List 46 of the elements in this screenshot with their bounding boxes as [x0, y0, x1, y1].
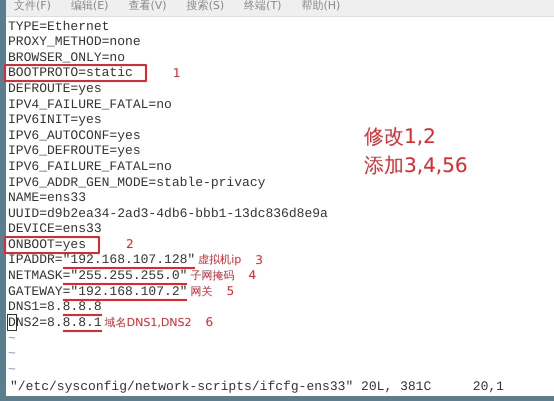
- code-line: IPV6_FAILURE_FATAL=no: [8, 160, 172, 173]
- code-line: DNS1=8.8.8.8: [8, 301, 102, 314]
- code-line: PROXY_METHOD=none: [8, 36, 141, 48]
- menu-item[interactable]: 查看(V): [128, 0, 167, 11]
- code-line: DEVICE=ens33: [8, 223, 102, 236]
- code-line: TYPE=Ethernet: [8, 20, 110, 33]
- annotation-number: 5: [226, 284, 234, 300]
- menu-item[interactable]: 终端(T): [244, 0, 282, 11]
- annotation-label: 虚拟机ip: [198, 254, 242, 266]
- code-line: IPV4_FAILURE_FATAL=no: [8, 98, 172, 111]
- code-line: DEFROUTE=yes: [8, 82, 102, 95]
- menu-item[interactable]: 编辑(E): [70, 0, 108, 11]
- annotation-label: 域名DNS1,DNS2: [104, 316, 192, 329]
- code-line: IPADDR="192.168.107.128": [8, 254, 196, 266]
- annotation-number: 1: [172, 66, 180, 82]
- empty-line-marker: ~: [8, 330, 16, 346]
- underline-mark: [63, 330, 102, 332]
- code-line: DNS2=8.8.8.1: [8, 316, 102, 329]
- code-line: NETMASK="255.255.255.0": [8, 270, 188, 282]
- empty-line-marker: ~: [8, 346, 16, 362]
- annotation-note: 添加3,4,56: [364, 152, 468, 179]
- annotation-label: 网关: [190, 286, 212, 298]
- annotation-label: 子网掩码: [190, 270, 234, 282]
- code-line: BROWSER_ONLY=no: [8, 52, 126, 64]
- code-line: IPV6INIT=yes: [8, 114, 102, 126]
- cursor-position: 20,1: [472, 379, 504, 394]
- code-line: IPV6_AUTOCONF=yes: [8, 130, 141, 142]
- annotation-number: 6: [206, 315, 214, 331]
- empty-line-marker: ~: [8, 362, 16, 377]
- menu-item[interactable]: 搜索(S): [186, 0, 224, 11]
- annotation-number: 2: [126, 237, 134, 253]
- status-message: "/etc/sysconfig/network-scripts/ifcfg-ens33" 20L, 381C: [10, 379, 432, 394]
- annotation-number: 3: [255, 252, 263, 268]
- code-line: IPV6_DEFROUTE=yes: [8, 145, 141, 158]
- annotation-number: 4: [248, 268, 256, 284]
- code-line: GATEWAY="192.168.107.2": [8, 286, 188, 298]
- annotation-note: 修改1,2: [364, 123, 437, 150]
- underline-mark: [63, 314, 102, 316]
- code-line: UUID=d9b2ea34-2ad3-4db6-bbb1-13dc836d8e9a: [8, 208, 328, 220]
- code-line: NAME=ens33: [8, 192, 86, 204]
- code-line: ONBOOT=yes: [8, 238, 86, 251]
- code-line: BOOTPROTO=static: [8, 67, 133, 80]
- menu-item[interactable]: 文件(F): [14, 0, 51, 11]
- text-cursor: D: [8, 314, 16, 330]
- menu-item[interactable]: 帮助(H): [301, 0, 340, 11]
- code-line: IPV6_ADDR_GEN_MODE=stable-privacy: [8, 176, 266, 189]
